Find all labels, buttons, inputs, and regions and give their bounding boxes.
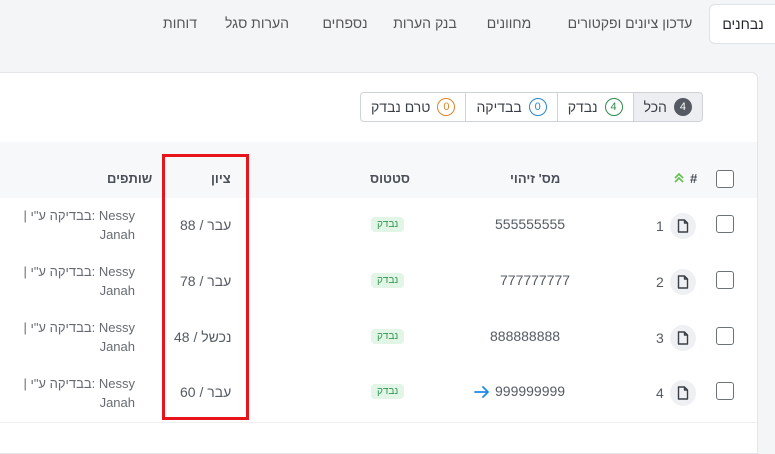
partners-name: Janah (99, 227, 135, 242)
count-badge: 4 (673, 98, 692, 116)
count-badge: 4 (604, 98, 623, 116)
table-row[interactable]: 1 555555555 נבדק 88 / עבר | בבדיקה ע"י: … (0, 198, 757, 255)
filter-label: טרם נבדק (371, 99, 431, 115)
document-icon[interactable] (670, 213, 696, 239)
partners-reviewer: | בבדיקה ע"י: Nessy (23, 264, 135, 279)
tab-reports[interactable]: דוחות (150, 0, 210, 46)
table-header: # מס' זיהוי סטטוס ציון שותפים (0, 142, 757, 199)
grade-column-highlight (162, 154, 249, 420)
id-number: 999999999 (495, 383, 566, 399)
status-badge: נבדק (371, 273, 405, 288)
filter-label: בבדיקה (476, 99, 522, 115)
row-number: 1 (656, 218, 664, 234)
filter-not-checked[interactable]: 0 טרם נבדק (360, 92, 467, 122)
count-badge: 0 (528, 98, 547, 116)
filter-all[interactable]: 4 הכל (632, 92, 703, 122)
filter-label: הכל (643, 99, 667, 115)
filter-label: נבדק (567, 99, 598, 115)
tab-comment-bank[interactable]: בנק הערות (385, 0, 465, 46)
count-badge: 0 (437, 98, 456, 116)
document-icon[interactable] (670, 380, 696, 406)
row-checkbox[interactable] (716, 215, 734, 233)
partners-info: | בבדיקה ע"י: Nessy Janah (23, 262, 135, 300)
partners-reviewer: | בבדיקה ע"י: Nessy (23, 208, 135, 223)
filter-checked[interactable]: 4 נבדק (556, 92, 634, 122)
filter-in-review[interactable]: 0 בבדיקה (465, 92, 558, 122)
tab-staff-notes[interactable]: הערות סגל (215, 0, 299, 46)
partners-name: Janah (99, 395, 135, 410)
table-row[interactable]: 2 777777777 נבדק 78 / עבר | בבדיקה ע"י: … (0, 254, 757, 311)
partners-info: | בבדיקה ע"י: Nessy Janah (23, 374, 135, 412)
partners-name: Janah (99, 283, 135, 298)
id-number: 888888888 (490, 328, 561, 344)
select-all-checkbox[interactable] (716, 170, 734, 188)
document-icon[interactable] (670, 325, 696, 351)
row-number: 3 (656, 330, 664, 346)
row-checkbox[interactable] (716, 327, 734, 345)
id-number: 777777777 (500, 272, 571, 288)
row-number: 2 (656, 274, 664, 290)
tab-examinees[interactable]: נבחנים (709, 4, 775, 44)
tab-update-grades[interactable]: עדכון ציונים ופקטורים (555, 0, 705, 46)
status-badge: נבדק (371, 384, 405, 399)
column-header-partners[interactable]: שותפים (107, 171, 152, 186)
arrow-right-icon[interactable] (474, 385, 490, 399)
tab-rubrics[interactable]: מחוונים (473, 0, 545, 46)
row-checkbox[interactable] (716, 382, 734, 400)
table-row[interactable]: 4 999999999 נבדק 60 / עבר | בבדיקה ע"י: … (0, 366, 757, 423)
status-badge: נבדק (371, 329, 405, 344)
id-number: 555555555 (495, 216, 566, 232)
partners-name: Janah (99, 339, 135, 354)
column-header-number[interactable]: # (690, 171, 697, 186)
row-checkbox[interactable] (716, 271, 734, 289)
column-header-status[interactable]: סטטוס (370, 171, 410, 186)
status-badge: נבדק (371, 217, 405, 232)
partners-reviewer: | בבדיקה ע"י: Nessy (23, 320, 135, 335)
partners-info: | בבדיקה ע"י: Nessy Janah (23, 318, 135, 356)
tab-bar: נבחנים עדכון ציונים ופקטורים מחוונים בנק… (0, 0, 775, 46)
partners-reviewer: | בבדיקה ע"י: Nessy (23, 376, 135, 391)
tab-appendices[interactable]: נספחים (310, 0, 380, 46)
row-number: 4 (656, 385, 664, 401)
table-row[interactable]: 3 888888888 נבדק 48 / נכשל | בבדיקה ע"י:… (0, 310, 757, 367)
sort-up-chevrons-icon[interactable] (673, 172, 685, 184)
column-header-id[interactable]: מס' זיהוי (510, 171, 560, 186)
status-filter-group: 4 הכל 4 נבדק 0 בבדיקה 0 טרם נבדק (360, 92, 703, 122)
document-icon[interactable] (670, 269, 696, 295)
partners-info: | בבדיקה ע"י: Nessy Janah (23, 206, 135, 244)
